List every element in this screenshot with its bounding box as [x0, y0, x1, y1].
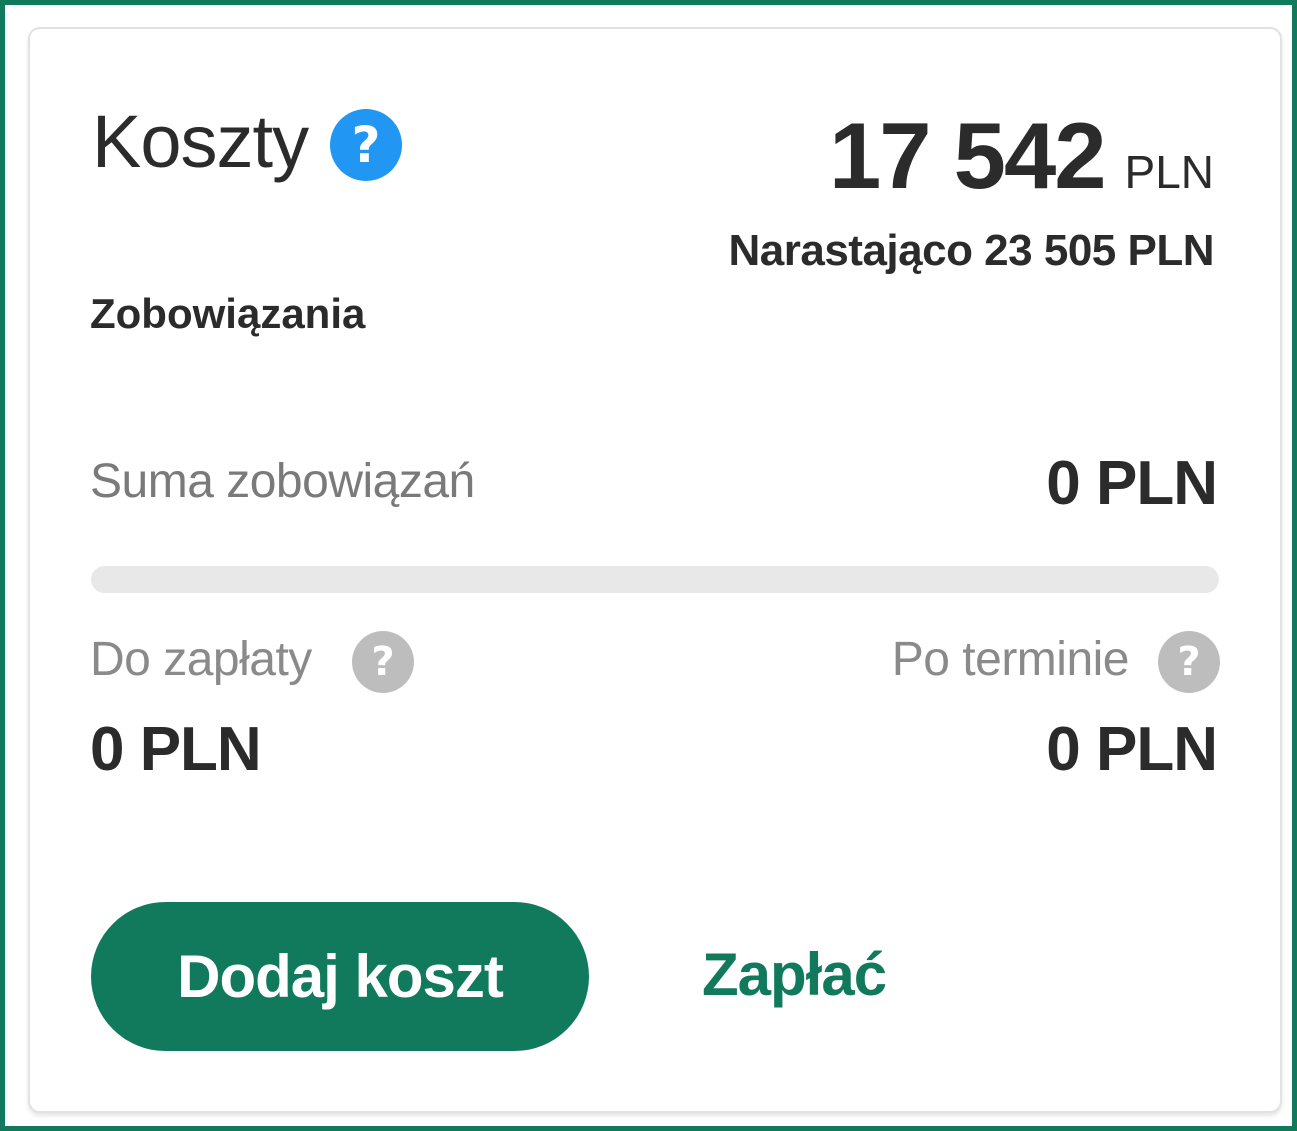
overdue-help-icon[interactable]: ?: [1158, 631, 1220, 693]
card-title: Koszty: [92, 100, 309, 183]
liabilities-sum-value: 0 PLN: [1046, 449, 1218, 518]
amount-unit: PLN: [1124, 146, 1214, 198]
liabilities-section-label: Zobowiązania: [90, 290, 366, 337]
due-help-icon[interactable]: ?: [352, 631, 414, 693]
cumulative-amount: Narastająco 23 505 PLN: [728, 226, 1214, 275]
liabilities-progress-bar: [91, 566, 1219, 593]
question-circle-icon[interactable]: ?: [330, 109, 402, 181]
overdue-label: Po terminie: [891, 633, 1130, 686]
liabilities-sum-label: Suma zobowiązań: [90, 455, 475, 508]
pay-link[interactable]: Zapłać: [702, 940, 887, 1009]
due-value: 0 PLN: [90, 715, 262, 784]
due-label: Do zapłaty: [90, 633, 312, 686]
add-cost-button[interactable]: Dodaj koszt: [91, 902, 589, 1051]
amount-value: 17 542: [829, 103, 1107, 208]
total-amount: 17 542 PLN: [829, 106, 1214, 206]
overdue-value: 0 PLN: [1046, 715, 1218, 784]
